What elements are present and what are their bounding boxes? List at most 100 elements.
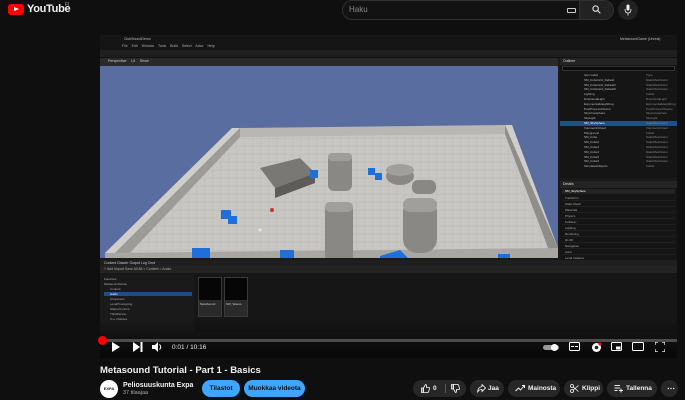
outliner-item-name: SimulatedObjects — [584, 164, 608, 169]
details-section: Materials — [562, 208, 675, 213]
outliner-title: Outliner — [560, 58, 677, 65]
analytics-button[interactable]: Tilastot — [202, 380, 240, 397]
asset-tile: SW_Waves — [224, 277, 248, 317]
content-folder: StarterContent — [110, 307, 130, 311]
scissors-icon — [570, 384, 579, 393]
outliner-item-type: Folder — [646, 92, 655, 97]
search-placeholder: Haku — [349, 5, 368, 14]
level-scene — [100, 58, 558, 258]
details-section: Collision — [562, 220, 675, 225]
viewport-toolbar — [100, 58, 558, 66]
like-dislike-group: 0 — [413, 380, 466, 397]
details-section: Actor — [562, 250, 675, 255]
promote-label: Mainosta — [528, 385, 557, 392]
more-icon: ⋯ — [667, 384, 675, 393]
search-input[interactable] — [342, 0, 580, 20]
save-button[interactable]: Tallenna — [607, 380, 657, 397]
search-icon — [592, 5, 601, 14]
editor-project-name: MetasoundGame (Unreal) — [620, 37, 661, 41]
subtitles-icon[interactable] — [569, 342, 580, 351]
outliner-item-name: Item Label — [584, 73, 599, 77]
outliner-item-name: SM_SkySphere — [584, 121, 605, 125]
details-section: Static Mesh — [562, 202, 675, 207]
edit-video-button[interactable]: Muokkaa videota — [244, 380, 305, 397]
content-folder: Audio — [104, 292, 192, 296]
subscriber-count: 37 tilaajaa — [123, 390, 149, 396]
play-icon[interactable] — [111, 342, 121, 352]
channel-name[interactable]: Peliosuuskunta Expa — [123, 381, 193, 390]
like-count: 0 — [433, 385, 437, 392]
outliner-item-type: SkyLight — [646, 116, 658, 121]
outliner-item-name: SM_Cube3 — [584, 145, 600, 149]
avatar-logo-text: EXPA — [103, 386, 115, 391]
asset-thumbnail — [225, 278, 247, 300]
outliner-item-name: Playground — [584, 130, 600, 135]
content-folder: Characters — [110, 297, 125, 301]
viewport-options: Perspective Lit Show — [108, 59, 149, 63]
miniplayer-icon[interactable] — [611, 342, 622, 351]
asset-tile: MetaSound — [198, 277, 222, 317]
keyboard-icon[interactable] — [567, 8, 576, 13]
editor-level-tab: ClubSoundDemo — [124, 37, 151, 41]
save-playlist-icon — [614, 385, 623, 393]
details-section: Lighting — [562, 226, 675, 231]
like-icon[interactable] — [421, 384, 430, 393]
clip-button[interactable]: Klippi — [564, 380, 603, 397]
details-section: HLOD — [562, 238, 675, 243]
details-title: Details — [560, 181, 677, 188]
mic-icon — [624, 4, 632, 16]
outliner-item-name: SM_CubeGrid_Default3 — [584, 87, 616, 92]
clip-label: Klippi — [582, 385, 601, 392]
settings-icon[interactable] — [591, 342, 602, 353]
outliner-item-name: DirectionalLight — [584, 97, 605, 101]
outliner-item-type: StaticMeshActor — [646, 140, 668, 145]
theater-mode-icon[interactable] — [632, 342, 644, 351]
content-folder: LevelPrototyping — [110, 302, 133, 306]
editor-menus: File Edit Window Tools Build Select Acto… — [122, 44, 215, 48]
content-browser-toolbar: + Add Import Save All All > Content > Au… — [100, 266, 677, 273]
details-section: Physics — [562, 214, 675, 219]
asset-thumbnail — [199, 278, 221, 300]
outliner-row: SimulatedObjects Folder — [560, 164, 677, 169]
outliner-item-name: SM_Cube2 — [584, 140, 600, 145]
editor-toolbar — [100, 50, 677, 58]
time-display: 0:01 / 10:16 — [172, 344, 207, 351]
share-icon — [477, 384, 486, 393]
details-section: Transform — [562, 196, 675, 201]
content-folder: MetasoundGame — [104, 282, 128, 286]
like-divider — [445, 384, 446, 393]
outliner-row: SM_Cube2 StaticMeshActor — [560, 140, 677, 145]
outliner-item-name: SkyAtmosphere — [584, 111, 606, 116]
outliner-item-name: Lighting — [584, 92, 595, 97]
outliner-item-name: SM_Cube5 — [584, 154, 600, 159]
autoplay-toggle-icon[interactable] — [543, 344, 559, 351]
editor-viewport — [100, 58, 558, 258]
share-label: Jaa — [488, 385, 499, 392]
video-player[interactable]: ClubSoundDemo MetasoundGame (Unreal) Fil… — [100, 35, 677, 358]
share-button[interactable]: Jaa — [470, 380, 504, 397]
youtube-logo-icon[interactable] — [8, 4, 24, 15]
more-actions-button[interactable]: ⋯ — [661, 380, 678, 397]
outliner-item-name: VolumetricCloud — [584, 125, 606, 130]
content-folder: Favorites — [104, 277, 117, 281]
next-icon[interactable] — [133, 342, 143, 352]
promote-button[interactable]: Mainosta — [508, 380, 560, 397]
editor-title-bar — [100, 35, 677, 43]
scrubber-handle[interactable] — [98, 336, 107, 345]
outliner-search — [562, 66, 675, 71]
youtube-logo-text[interactable]: YouTube — [27, 3, 71, 16]
dislike-icon[interactable] — [451, 384, 460, 393]
outliner-row: SkyLight SkyLight — [560, 116, 677, 121]
outliner-item-name: SM_CubeGrid_Default — [584, 77, 615, 82]
channel-avatar[interactable]: EXPA — [100, 380, 118, 398]
outliner-item-name: PostProcessVolume — [584, 106, 611, 111]
fullscreen-icon[interactable] — [655, 342, 665, 352]
volume-icon[interactable] — [152, 342, 163, 352]
asset-name: MetaSound — [200, 302, 216, 306]
promote-icon — [515, 385, 525, 392]
outliner-item-type: Folder — [646, 164, 655, 169]
details-section: Navigation — [562, 244, 675, 249]
video-title: Metasound Tutorial - Part 1 - Basics — [100, 365, 261, 376]
outliner-item-name: SM_Cube — [584, 135, 598, 140]
content-folder: ThirdPerson — [110, 312, 127, 316]
